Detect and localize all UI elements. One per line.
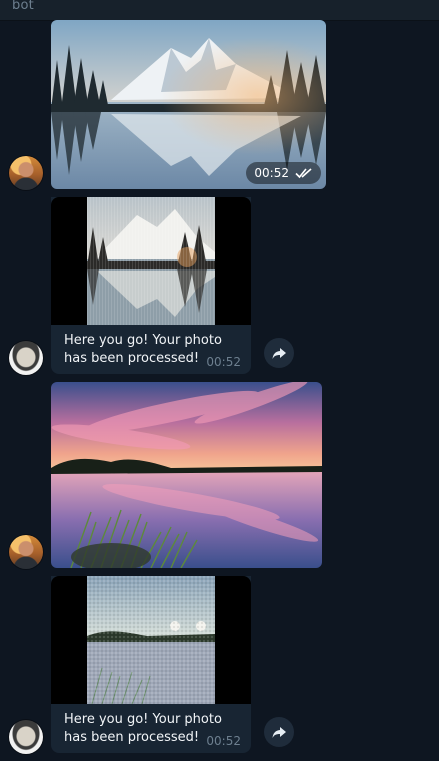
double-check-icon xyxy=(295,168,312,179)
bot-result-message: Here you go! Your photo has been process… xyxy=(51,576,251,753)
processed-sunset-image xyxy=(87,576,215,704)
share-button[interactable] xyxy=(264,717,294,747)
bot-avatar[interactable] xyxy=(9,720,43,754)
user-avatar[interactable] xyxy=(9,535,43,569)
processed-photo[interactable] xyxy=(51,576,251,704)
chat-title: bot xyxy=(12,0,34,13)
message-time-pill: 00:52 xyxy=(246,162,321,184)
user-avatar[interactable] xyxy=(9,156,43,190)
user-photo-mountain-lake[interactable]: 00:52 xyxy=(51,20,326,189)
processed-photo[interactable] xyxy=(51,197,251,325)
message-time: 00:52 xyxy=(206,355,241,369)
bot-avatar[interactable] xyxy=(9,341,43,375)
share-button[interactable] xyxy=(264,338,294,368)
message-time: 00:52 xyxy=(206,734,241,748)
processed-mountain-image xyxy=(87,197,215,325)
message-time: 00:52 xyxy=(254,166,289,180)
bot-result-message: Here you go! Your photo has been process… xyxy=(51,197,251,374)
share-arrow-icon xyxy=(272,727,286,738)
share-arrow-icon xyxy=(272,348,286,359)
chat-header: bot xyxy=(0,0,439,21)
sunset-lake-image xyxy=(51,382,322,568)
user-photo-sunset-lake[interactable] xyxy=(51,382,322,568)
